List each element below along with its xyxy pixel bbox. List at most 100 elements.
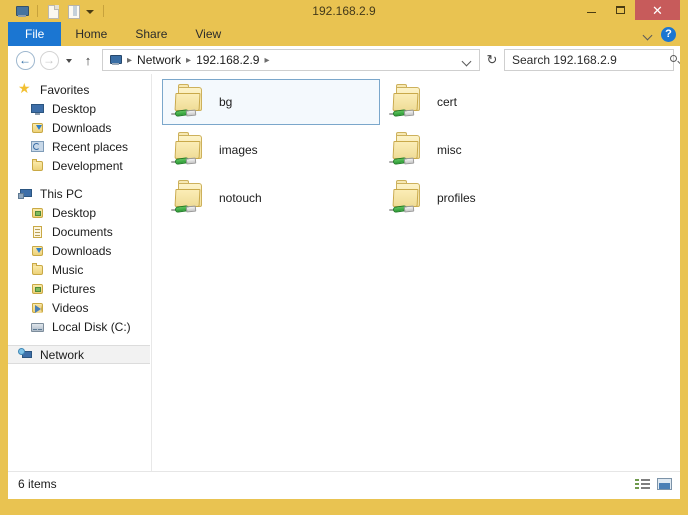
sidebar-item-downloads[interactable]: Downloads [8, 241, 151, 260]
tab-share[interactable]: Share [121, 22, 181, 46]
maximize-button[interactable] [606, 0, 635, 20]
recent-places-icon [30, 139, 46, 155]
network-computer-icon [107, 53, 123, 67]
sidebar-group-this-pc[interactable]: This PC [8, 184, 151, 203]
sidebar-group-favorites[interactable]: Favorites [8, 80, 151, 99]
recent-locations-icon[interactable] [62, 49, 76, 71]
desktop-folder-icon [30, 205, 46, 221]
file-item-images[interactable]: images [162, 127, 380, 173]
sidebar-item-development[interactable]: Development [8, 156, 151, 175]
tab-home[interactable]: Home [61, 22, 121, 46]
sidebar-label-documents: Documents [52, 224, 113, 239]
sidebar-label-downloads-fav: Downloads [52, 120, 112, 135]
sidebar-item-music[interactable]: Music [8, 260, 151, 279]
sidebar-item-desktop-fav[interactable]: Desktop [8, 99, 151, 118]
sidebar-label-videos: Videos [52, 300, 89, 315]
downloads-folder-icon-2 [30, 243, 46, 259]
item-count: 6 items [18, 477, 57, 491]
maximize-icon [616, 6, 625, 14]
minimize-button[interactable] [577, 0, 606, 20]
forward-icon: → [39, 50, 59, 70]
client-area: ← → ↑ ▸ Network ▸ 192.168.2.9 ▸ ↻ Search… [8, 46, 680, 499]
sidebar-item-recent-places[interactable]: Recent places [8, 137, 151, 156]
sidebar-item-pictures[interactable]: Pictures [8, 279, 151, 298]
sidebar-label-desktop: Desktop [52, 205, 97, 220]
sidebar-label-favorites: Favorites [40, 82, 90, 97]
tab-file[interactable]: File [8, 22, 62, 46]
search-box[interactable] [504, 49, 677, 71]
hard-disk-icon [30, 319, 46, 335]
file-item-bg[interactable]: bg [162, 79, 380, 125]
address-dropdown-icon[interactable] [459, 50, 475, 70]
search-input[interactable] [510, 52, 669, 68]
panes: Favorites Desktop Downloads Recent place… [8, 74, 680, 471]
tab-view[interactable]: View [181, 22, 235, 46]
up-button[interactable]: ↑ [78, 49, 98, 71]
sidebar-item-desktop[interactable]: Desktop [8, 203, 151, 222]
shared-folder-icon [387, 82, 427, 122]
file-item-cert[interactable]: cert [380, 79, 598, 125]
help-icon[interactable]: ? [661, 26, 676, 42]
shared-folder-icon [169, 178, 209, 218]
minimize-icon [587, 12, 596, 13]
forward-button[interactable]: → [38, 49, 60, 71]
sidebar-gap-1 [8, 175, 151, 184]
file-label-misc: misc [437, 143, 462, 157]
star-icon [18, 80, 34, 98]
back-icon: ← [15, 50, 35, 70]
status-bar: 6 items [8, 471, 680, 496]
ribbon-right-controls: ? [643, 22, 676, 46]
music-folder-icon [30, 262, 46, 278]
documents-folder-icon [30, 224, 46, 240]
close-button[interactable]: ✕ [635, 0, 680, 20]
shared-folder-icon [387, 178, 427, 218]
breadcrumb[interactable]: ▸ Network ▸ 192.168.2.9 ▸ [102, 49, 480, 71]
sidebar-label-network: Network [40, 347, 85, 362]
large-icons-view-icon[interactable] [657, 477, 673, 492]
explorer-window: 192.168.2.9 ✕ File Home Share View ? ← →… [0, 0, 688, 515]
file-label-bg: bg [219, 95, 233, 109]
sidebar-label-pictures: Pictures [52, 281, 96, 296]
sidebar-item-local-disk[interactable]: Local Disk (C:) [8, 317, 151, 336]
sidebar-item-videos[interactable]: Videos [8, 298, 151, 317]
sidebar-item-network[interactable]: Network [8, 345, 150, 364]
breadcrumb-separator-2[interactable]: ▸ [262, 55, 271, 66]
close-icon: ✕ [652, 2, 663, 18]
videos-folder-icon [30, 300, 46, 316]
sidebar-label-music: Music [52, 262, 84, 277]
details-view-icon[interactable] [635, 477, 651, 492]
file-label-notouch: notouch [219, 191, 262, 205]
file-tiles: bg images notouch cert misc profiles [162, 79, 632, 259]
file-label-profiles: profiles [437, 191, 476, 205]
file-label-images: images [219, 143, 258, 157]
file-item-profiles[interactable]: profiles [380, 175, 598, 221]
sidebar-label-this-pc: This PC [40, 186, 83, 201]
address-bar: ← → ↑ ▸ Network ▸ 192.168.2.9 ▸ ↻ [8, 46, 680, 74]
navigation-pane[interactable]: Favorites Desktop Downloads Recent place… [8, 74, 152, 471]
sidebar-item-documents[interactable]: Documents [8, 222, 151, 241]
breadcrumb-separator-1[interactable]: ▸ [184, 55, 193, 66]
computer-icon [18, 186, 34, 202]
sidebar-gap-2 [8, 336, 151, 345]
network-icon [18, 347, 34, 363]
shared-folder-icon [169, 82, 209, 122]
view-mode-buttons [635, 477, 673, 492]
breadcrumb-item-host[interactable]: 192.168.2.9 [193, 53, 262, 67]
chevron-down-icon[interactable] [643, 29, 654, 40]
file-item-misc[interactable]: misc [380, 127, 598, 173]
breadcrumb-item-network[interactable]: Network [134, 53, 184, 67]
refresh-button[interactable]: ↻ [482, 50, 502, 70]
file-label-cert: cert [437, 95, 458, 109]
pictures-folder-icon [30, 281, 46, 297]
back-button[interactable]: ← [14, 49, 36, 71]
breadcrumb-separator-0: ▸ [127, 54, 133, 66]
shared-folder-icon [169, 130, 209, 170]
folder-icon [30, 158, 46, 174]
sidebar-label-local-disk: Local Disk (C:) [52, 319, 131, 334]
file-list-pane[interactable]: bg images notouch cert misc profiles [152, 74, 680, 471]
sidebar-label-recent-places: Recent places [52, 139, 129, 154]
downloads-folder-icon [30, 120, 46, 136]
sidebar-item-downloads-fav[interactable]: Downloads [8, 118, 151, 137]
file-item-notouch[interactable]: notouch [162, 175, 380, 221]
window-controls: ✕ [577, 0, 680, 20]
